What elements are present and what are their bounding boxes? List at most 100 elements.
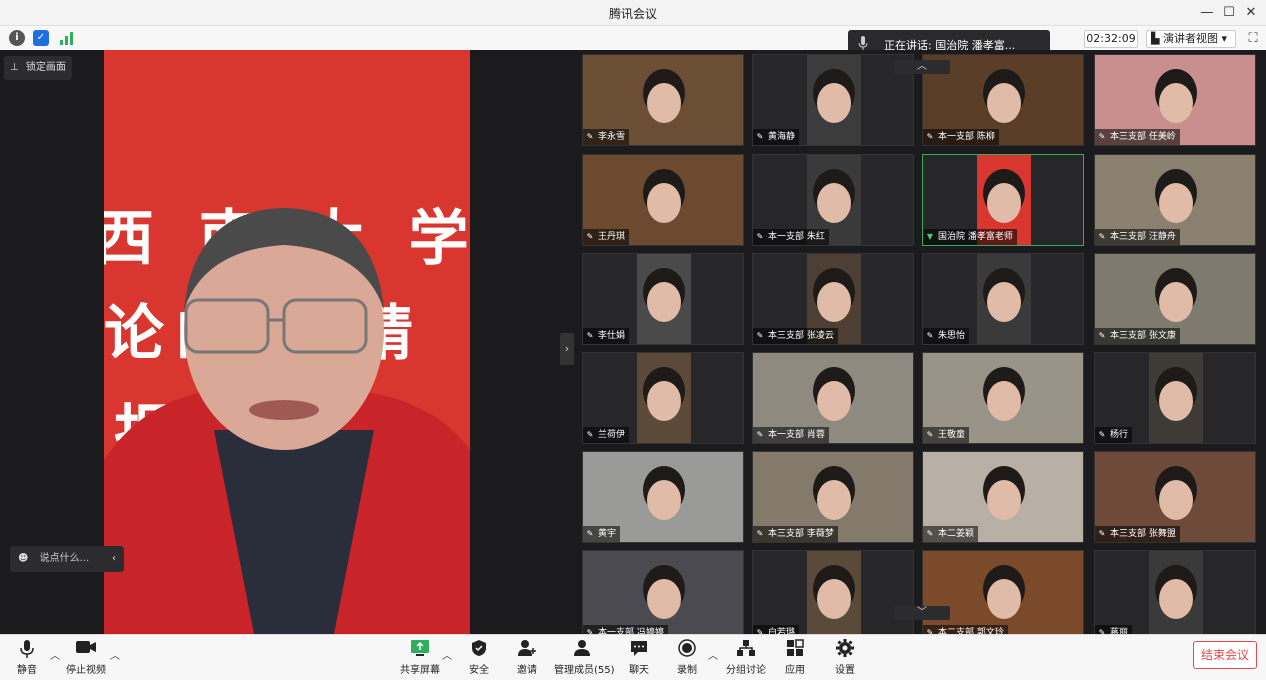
participant-tile[interactable]: ✎ 本三支部 张凌云 [752, 253, 914, 345]
participant-name: 兰荷伊 [598, 430, 626, 440]
participant-name: 蒋丽 [1110, 628, 1129, 634]
participant-tile[interactable]: ✎ 杨行 [1094, 352, 1256, 444]
video-options-caret[interactable]: ︿ [110, 647, 120, 662]
participant-tile[interactable]: ✎ 王敬童 [922, 352, 1084, 444]
share-options-caret[interactable]: ︿ [442, 647, 452, 662]
participant-name: 杨行 [1110, 430, 1129, 440]
participant-tile[interactable]: ✎ 本三支部 任美岭 [1094, 54, 1256, 146]
chat-button[interactable]: 聊天 [624, 639, 654, 677]
participant-video [1149, 551, 1203, 634]
breakout-button[interactable]: 分组讨论 [726, 639, 766, 677]
settings-label: 设置 [835, 665, 855, 676]
participant-label: ✎ 黄海静 [753, 129, 800, 145]
participant-tile[interactable]: ✎ 白若璐 [752, 550, 914, 634]
share-screen-icon [400, 639, 440, 659]
record-icon [672, 639, 702, 659]
view-selector[interactable]: ▙ 演讲者视图 ▾ [1146, 30, 1236, 48]
participant-tile[interactable]: ✎ 黄宇 [582, 451, 744, 543]
participant-name: 本二姜颖 [938, 529, 975, 539]
chat-input-box[interactable]: ☻ 说点什么... ‹ [10, 546, 124, 572]
chat-icon [624, 639, 654, 659]
apps-button[interactable]: 应用 [780, 639, 810, 677]
info-icon[interactable]: i [9, 30, 25, 46]
participant-tile[interactable]: ✎ 本三支部 张文康 [1094, 253, 1256, 345]
participant-name: 白若璐 [768, 628, 796, 634]
participant-tile[interactable]: ✎ 黄海静 [752, 54, 914, 146]
maximize-button[interactable]: ☐ [1218, 3, 1240, 23]
participant-video [807, 551, 861, 634]
participant-name: 黄宇 [598, 529, 617, 539]
chat-label: 聊天 [629, 665, 649, 676]
view-selector-label: 演讲者视图 [1162, 32, 1218, 45]
mute-label: 静音 [17, 665, 37, 676]
participant-tile[interactable]: ✎ 本三支部 张舞盟 [1094, 451, 1256, 543]
participant-tile[interactable]: ✎ 本一支部 冯婷婷 [582, 550, 744, 634]
participant-face [647, 579, 681, 619]
mute-button[interactable]: 静音 [10, 639, 44, 677]
participant-name: 本三支部 张舞盟 [1110, 529, 1176, 539]
participant-tile[interactable]: ✎ 蒋丽 [1094, 550, 1256, 634]
record-options-caret[interactable]: ︿ [708, 647, 718, 662]
participant-label: ✎ 本三支部 汪静舟 [1095, 229, 1180, 245]
emoji-icon[interactable]: ☻ [18, 553, 28, 564]
participant-name: 王敬童 [938, 430, 966, 440]
participant-name: 本二支部 郭文玲 [938, 628, 1004, 634]
participant-label: ✎ 本三支部 张舞盟 [1095, 526, 1180, 542]
security-button[interactable]: 安全 [464, 639, 494, 677]
manage-members-label: 管理成员(55) [554, 665, 615, 676]
participant-tile[interactable]: ✎ 本二支部 郭文玲 [922, 550, 1084, 634]
participant-name: 本三支部 任美岭 [1110, 132, 1176, 142]
mic-muted-icon: ✎ [586, 430, 594, 439]
participant-face [647, 282, 681, 322]
shield-icon[interactable]: ✓ [33, 30, 49, 46]
breakout-icon [726, 639, 766, 659]
participant-label: ✎ 朱思怡 [923, 328, 970, 344]
participant-tile[interactable]: ✎ 李仕娟 [582, 253, 744, 345]
settings-button[interactable]: 设置 [830, 639, 860, 677]
mic-muted-icon: ✎ [586, 331, 594, 340]
collapse-panel-button[interactable]: › [560, 333, 574, 365]
participant-tile[interactable]: ✎ 王丹琪 [582, 154, 744, 246]
meeting-timer: 02:32:09 [1084, 30, 1138, 48]
fullscreen-icon[interactable]: ⛶ [1244, 30, 1262, 48]
record-button[interactable]: 录制 [672, 639, 702, 677]
participant-name: 本一支部 陈柳 [938, 132, 995, 142]
participant-tile[interactable]: ✎ 兰荷伊 [582, 352, 744, 444]
participant-label: ✎ 本二姜颖 [923, 526, 979, 542]
manage-members-button[interactable]: 管理成员(55) [554, 639, 615, 677]
scroll-down-button[interactable]: ﹀ [894, 606, 950, 620]
chevron-left-icon[interactable]: ‹ [112, 546, 116, 572]
participant-tile[interactable]: ✎ 本三支部 汪静舟 [1094, 154, 1256, 246]
bottom-toolbar: 静音 ︿ 停止视频 ︿ 共享屏幕 ︿ 安全 邀请 管理成员(55) 聊天 录制 … [0, 634, 1266, 680]
mic-muted-icon: ✎ [586, 132, 594, 141]
participant-tile[interactable]: ✎ 朱思怡 [922, 253, 1084, 345]
invite-button[interactable]: 邀请 [512, 639, 542, 677]
breakout-label: 分组讨论 [726, 665, 766, 676]
participant-label: ✎ 本三支部 张凌云 [753, 328, 838, 344]
stop-video-button[interactable]: 停止视频 [66, 639, 106, 677]
participant-tile[interactable]: ✎ 李永雪 [582, 54, 744, 146]
participant-tile[interactable]: ✎ 本二姜颖 [922, 451, 1084, 543]
chat-placeholder: 说点什么... [39, 553, 90, 564]
signal-icon[interactable] [58, 30, 74, 46]
invite-label: 邀请 [517, 665, 537, 676]
participant-tile[interactable]: ✎ 本三支部 李薇梦 [752, 451, 914, 543]
stop-video-label: 停止视频 [66, 665, 106, 676]
participant-name: 本三支部 汪静舟 [1110, 232, 1176, 242]
lock-screen-button[interactable]: ⊥ 锁定画面 [4, 56, 72, 80]
share-screen-button[interactable]: 共享屏幕 [400, 639, 440, 677]
speaker-figure [104, 208, 470, 634]
close-button[interactable]: ✕ [1240, 3, 1262, 23]
mic-muted-icon: ✎ [586, 232, 594, 241]
minimize-button[interactable]: — [1196, 3, 1218, 23]
participant-tile[interactable]: ▼ 国治院 潘孝富老师 [922, 154, 1084, 246]
app-title: 腾讯会议 [608, 7, 657, 21]
participant-tile[interactable]: ✎ 本一支部 朱红 [752, 154, 914, 246]
scroll-up-button[interactable]: ︿ [894, 60, 950, 74]
mute-options-caret[interactable]: ︿ [50, 647, 60, 662]
participant-label: ✎ 本一支部 肖蓉 [753, 427, 829, 443]
title-bar: 腾讯会议 — ☐ ✕ [0, 0, 1266, 26]
end-meeting-button[interactable]: 结束会议 [1193, 641, 1257, 669]
participant-tile[interactable]: ✎ 本一支部 肖蓉 [752, 352, 914, 444]
participant-name: 本三支部 李薇梦 [768, 529, 834, 539]
